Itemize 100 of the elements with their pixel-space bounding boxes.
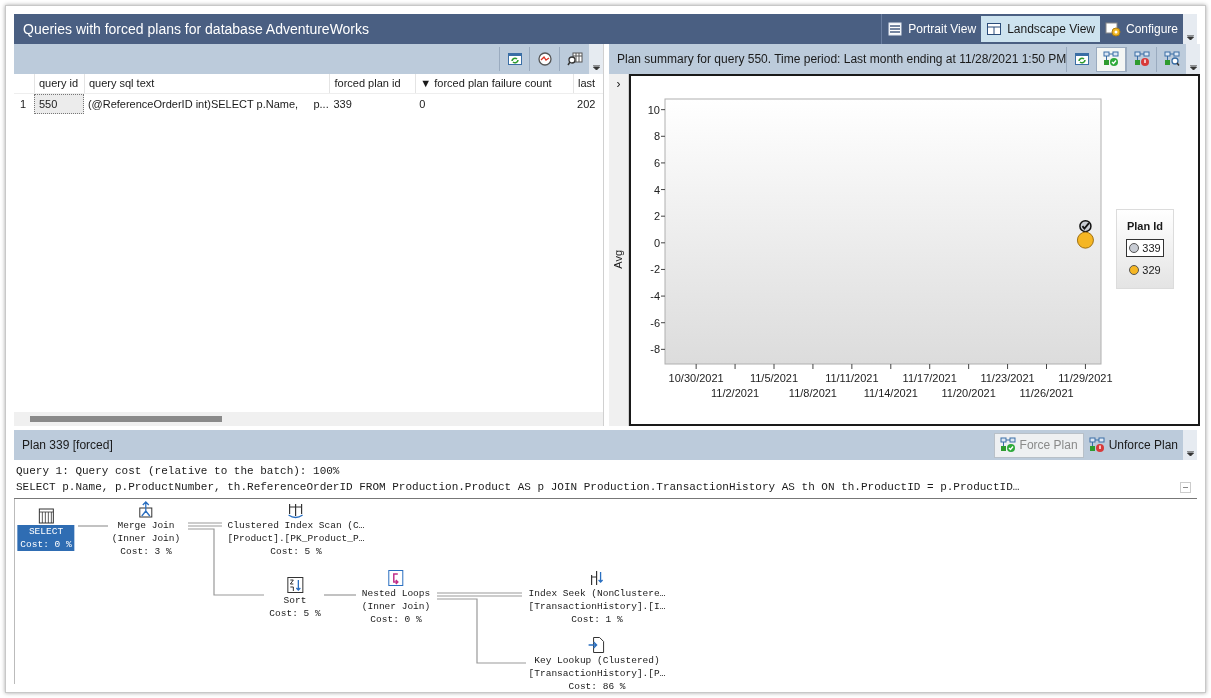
y-tick: -6 — [650, 316, 666, 329]
table-cell: 550 — [33, 94, 84, 114]
window-title: Queries with forced plans for database AdventureWorks — [23, 19, 371, 39]
view-button[interactable]: Landscape View — [981, 16, 1100, 42]
legend-item[interactable]: 339 — [1126, 238, 1164, 257]
plan-stop-icon — [1088, 437, 1105, 453]
connector-line — [323, 594, 357, 596]
node-label: Cost: 3 % — [120, 545, 172, 558]
y-tick-label: -2 — [650, 263, 660, 276]
x-tick-label: 11/23/2021 — [980, 372, 1035, 384]
key-lookup-icon — [588, 636, 606, 654]
y-tick-label: 0 — [653, 236, 660, 249]
node-label: [TransactionHistory].[I… — [528, 600, 666, 613]
node-label: Cost: 0 % — [370, 613, 422, 626]
legend-item[interactable]: 329 — [1126, 261, 1164, 280]
column-header[interactable]: query id — [33, 74, 84, 93]
plan-check-icon — [999, 437, 1016, 453]
column-header[interactable]: last — [573, 74, 603, 93]
column-header[interactable]: query sql text — [83, 74, 330, 93]
row-number: 1 — [19, 96, 28, 112]
table-cell-text: 202 — [576, 96, 597, 112]
plan-stop-icon — [1133, 51, 1150, 67]
expand-arrow[interactable]: › — [616, 76, 621, 92]
y-tick-label: 4 — [653, 183, 660, 196]
plan-node[interactable]: Clustered Index Scan (C… [Product].[PK_Product_P… Cost: 5 % — [224, 519, 368, 558]
overflow-button[interactable] — [1183, 430, 1197, 460]
node-label: Nested Loops — [361, 587, 431, 600]
chevron-down-icon — [592, 65, 600, 71]
y-tick-label: 10 — [647, 103, 660, 116]
node-label: Cost: 1 % — [571, 613, 623, 626]
view-button[interactable]: Portrait View — [882, 16, 982, 42]
x-tick-label: 11/26/2021 — [1019, 387, 1074, 399]
plan-action-button[interactable]: Unforce Plan — [1083, 432, 1183, 458]
node-label: Clustered Index Scan (C… — [227, 519, 365, 532]
node-label: Cost: 86 % — [568, 680, 626, 693]
minus-icon — [1183, 487, 1188, 488]
node-label: Cost: 5 % — [269, 607, 321, 620]
overflow-button[interactable] — [1186, 44, 1201, 74]
node-label: Sort — [283, 594, 307, 607]
forced-plan-point[interactable] — [1079, 219, 1092, 233]
plan-node[interactable]: SELECT Cost: 0 % — [17, 525, 75, 551]
plan-title: Plan 339 [forced] — [22, 437, 114, 454]
plan-point[interactable] — [1076, 231, 1094, 249]
plan-node[interactable]: Sort Cost: 5 % — [266, 594, 324, 620]
node-label: Key Lookup (Clustered) — [534, 654, 660, 667]
chevron-down-icon — [1186, 35, 1194, 41]
x-tick: 11/11/2021 — [825, 363, 879, 384]
summary-title: Plan summary for query 550. Time period: Last month ending at 11/28/2021 1:50 PM — [617, 51, 1067, 68]
gauge-icon — [536, 51, 553, 67]
y-tick: -8 — [650, 343, 666, 356]
column-header[interactable]: forced plan id — [329, 74, 416, 93]
y-tick-label: 6 — [653, 156, 660, 169]
scrollbar-thumb[interactable] — [30, 416, 222, 422]
table-row[interactable]: 1 550 (@ReferenceOrderID int)SELECT p.Name, p....339 0 202 — [14, 94, 603, 114]
column-header[interactable]: ▼ forced plan failure count — [415, 74, 574, 93]
x-tick-label: 11/11/2021 — [825, 372, 879, 384]
connector-line — [77, 525, 109, 527]
view-button[interactable]: Configure — [1099, 16, 1183, 42]
node-label: [Product].[PK_Product_P… — [227, 532, 365, 545]
x-tick: 11/5/2021 — [749, 363, 799, 384]
y-tick: 4 — [653, 183, 666, 196]
y-tick-label: -6 — [650, 316, 660, 329]
table-search-icon — [566, 51, 583, 67]
x-tick-label: 11/20/2021 — [941, 387, 996, 399]
y-tick-label: -8 — [650, 343, 660, 356]
chevron-down-icon — [1189, 65, 1197, 71]
y-tick: 10 — [647, 103, 666, 116]
refresh-icon — [1073, 51, 1090, 67]
plan-search-icon — [1163, 51, 1180, 67]
node-label: (Inner Join) — [111, 532, 181, 545]
grid-view-icon — [986, 21, 1003, 37]
merge-join-icon — [137, 501, 155, 519]
overflow-button[interactable] — [1183, 14, 1197, 44]
plan-node[interactable]: Key Lookup (Clustered) [TransactionHistory].[P… Cost: 86 % — [525, 654, 669, 693]
x-tick: 10/30/2021 — [668, 363, 724, 384]
y-tick-label: 8 — [653, 130, 660, 143]
index-scan-icon — [287, 501, 305, 519]
legend-title: Plan Id — [1126, 219, 1164, 234]
plan-node[interactable]: Nested Loops (Inner Join) Cost: 0 % — [358, 587, 434, 626]
sort-icon — [286, 576, 304, 594]
node-label: Index Seek (NonClustere… — [528, 587, 666, 600]
overflow-button[interactable] — [589, 44, 603, 74]
plan-node[interactable]: Merge Join (Inner Join) Cost: 3 % — [108, 519, 184, 558]
node-label: Merge Join — [117, 519, 175, 532]
node-label: SELECT — [28, 525, 64, 538]
y-tick: -4 — [650, 290, 666, 303]
y-tick: 2 — [653, 210, 666, 223]
x-tick: 11/17/2021 — [902, 363, 957, 384]
collapse-button[interactable] — [1180, 482, 1191, 493]
list-view-icon — [887, 21, 904, 37]
x-tick-label: 11/5/2021 — [749, 372, 799, 384]
nested-loops-icon — [387, 569, 405, 587]
x-tick-label: 11/14/2021 — [863, 387, 918, 399]
y-tick: 0 — [653, 236, 666, 249]
x-tick-label: 11/2/2021 — [711, 387, 760, 399]
x-tick-label: 10/30/2021 — [668, 372, 724, 384]
plan-node[interactable]: Index Seek (NonClustere… [TransactionHistory].[I… Cost: 1 % — [525, 587, 669, 626]
query-text: Query 1: Query cost (relative to the batch): 100% — [16, 464, 341, 479]
node-label: (Inner Join) — [361, 600, 431, 613]
node-label: Cost: 0 % — [20, 538, 72, 551]
